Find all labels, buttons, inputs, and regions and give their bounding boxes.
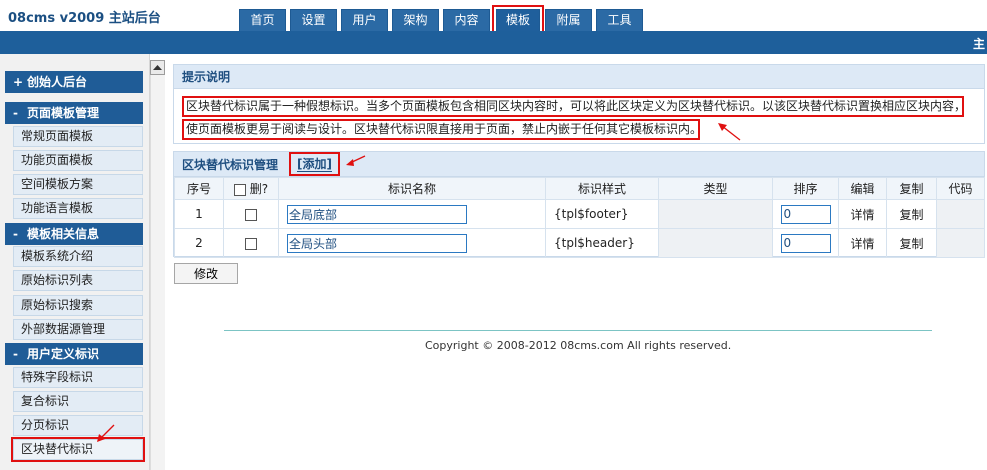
collapse-icon: - — [13, 227, 18, 241]
table-row: 1 {tpl$footer} 详情 复制 — [174, 199, 985, 229]
scroll-up-icon — [153, 65, 162, 70]
block-tag-manage-panel: 区块替代标识管理 [添加] 序号 删? 标识名称 标识样式 类型 排序 编辑 复… — [173, 151, 985, 258]
sidebar-item-system-intro[interactable]: 模板系统介绍 — [13, 246, 143, 267]
sidebar-item-language-templates[interactable]: 功能语言模板 — [13, 198, 143, 219]
sidebar-item-function-templates[interactable]: 功能页面模板 — [13, 150, 143, 171]
sidebar-item-block-replace-tags[interactable]: 区块替代标识 — [11, 437, 145, 462]
add-link-label: [添加] — [297, 157, 332, 172]
row-index: 2 — [174, 228, 224, 258]
sidebar-section-label: 模板相关信息 — [27, 227, 100, 241]
col-copy: 复制 — [886, 177, 937, 200]
admin-page: 08cms v2009 主站后台 首页 设置 用户 架构 内容 模板 附属 工具… — [0, 0, 987, 470]
row-type — [658, 228, 773, 258]
tag-name-input[interactable] — [287, 204, 467, 224]
tab-architecture[interactable]: 架构 — [392, 9, 439, 31]
sidebar-item-space-schemes[interactable]: 空间模板方案 — [13, 174, 143, 195]
sidebar-item-paging-tags[interactable]: 分页标识 — [13, 415, 143, 436]
tag-name-input[interactable] — [287, 233, 467, 253]
sidebar-founder-panel[interactable]: + 创始人后台 — [5, 71, 143, 93]
sidebar-section-user-tags[interactable]: - 用户定义标识 — [5, 343, 143, 365]
tips-text-line-1: 区块替代标识属于一种假想标识。当多个页面模板包含相同区块内容时，可以将此区块定义… — [182, 96, 964, 117]
order-input[interactable] — [780, 204, 831, 224]
detail-link[interactable]: 详情 — [850, 208, 874, 222]
col-index: 序号 — [174, 177, 224, 200]
row-code — [936, 199, 985, 229]
submit-edit-button[interactable]: 修改 — [174, 263, 238, 284]
header-bar: 主 — [0, 31, 987, 54]
row-copy-cell: 复制 — [886, 228, 937, 258]
collapse-icon: - — [13, 106, 18, 120]
tab-templates[interactable]: 模板 — [492, 5, 544, 35]
row-style: {tpl$header} — [545, 228, 659, 258]
copy-link[interactable]: 复制 — [899, 237, 923, 251]
row-edit-cell: 详情 — [838, 199, 887, 229]
table-row: 2 {tpl$header} 详情 复制 — [174, 228, 985, 258]
tab-attachments[interactable]: 附属 — [545, 9, 592, 31]
col-edit: 编辑 — [838, 177, 887, 200]
row-delete-cell — [223, 199, 279, 229]
tips-text-line-2: 使页面模板更易于阅读与设计。区块替代标识限直接用于页面，禁止内嵌于任何其它模板标… — [182, 119, 700, 140]
scroll-up-button[interactable] — [150, 60, 165, 75]
sidebar-item-compound-tags[interactable]: 复合标识 — [13, 391, 143, 412]
sidebar-founder-label: 创始人后台 — [27, 75, 88, 89]
manage-title: 区块替代标识管理 — [182, 158, 279, 172]
sidebar-item-external-data[interactable]: 外部数据源管理 — [13, 319, 143, 340]
scrollbar-track[interactable] — [150, 75, 165, 470]
detail-link[interactable]: 详情 — [850, 237, 874, 251]
row-style: {tpl$footer} — [545, 199, 659, 229]
tab-tools[interactable]: 工具 — [596, 9, 643, 31]
row-name-cell — [278, 199, 546, 229]
sidebar-section-label: 页面模板管理 — [27, 106, 100, 120]
copy-link[interactable]: 复制 — [899, 208, 923, 222]
sidebar-item-original-tag-search[interactable]: 原始标识搜索 — [13, 295, 143, 316]
col-type: 类型 — [658, 177, 773, 200]
tips-title: 提示说明 — [174, 65, 984, 89]
top-header: 08cms v2009 主站后台 首页 设置 用户 架构 内容 模板 附属 工具 — [0, 0, 987, 35]
annotation-arrow-icon — [718, 123, 741, 141]
row-code — [936, 228, 985, 258]
expand-icon: + — [13, 75, 24, 89]
tips-panel: 提示说明 区块替代标识属于一种假想标识。当多个页面模板包含相同区块内容时，可以将… — [173, 64, 985, 144]
manage-header: 区块替代标识管理 [添加] — [174, 152, 984, 177]
row-delete-cell — [223, 228, 279, 258]
copyright-text: Copyright © 2008-2012 08cms.com All righ… — [425, 339, 732, 352]
tab-users[interactable]: 用户 — [341, 9, 388, 31]
collapse-icon: - — [13, 347, 18, 361]
table-header-row: 序号 删? 标识名称 标识样式 类型 排序 编辑 复制 代码 — [174, 177, 985, 200]
sidebar-section-template-info[interactable]: - 模板相关信息 — [5, 223, 143, 245]
footer-divider — [224, 330, 932, 331]
order-input[interactable] — [780, 233, 831, 253]
tab-content[interactable]: 内容 — [443, 9, 490, 31]
row-edit-cell: 详情 — [838, 228, 887, 258]
col-delete: 删? — [223, 177, 279, 200]
col-delete-label: 删? — [249, 182, 269, 196]
row-type — [658, 199, 773, 229]
annotation-arrow-icon — [346, 155, 366, 166]
col-name: 标识名称 — [278, 177, 546, 200]
brand-title: 08cms v2009 主站后台 — [8, 11, 161, 26]
sidebar-section-page-templates[interactable]: - 页面模板管理 — [5, 102, 143, 124]
row-order-cell — [772, 199, 839, 229]
sidebar-item-special-field-tags[interactable]: 特殊字段标识 — [13, 367, 143, 388]
sidebar-section-label: 用户定义标识 — [27, 347, 100, 361]
col-code: 代码 — [936, 177, 985, 200]
row-copy-cell: 复制 — [886, 199, 937, 229]
col-style: 标识样式 — [545, 177, 659, 200]
select-all-checkbox[interactable] — [233, 183, 246, 196]
row-order-cell — [772, 228, 839, 258]
sidebar-item-regular-templates[interactable]: 常规页面模板 — [13, 126, 143, 147]
tab-home[interactable]: 首页 — [239, 9, 286, 31]
row-delete-checkbox[interactable] — [245, 208, 257, 221]
row-index: 1 — [174, 199, 224, 229]
header-bar-text: 主 — [972, 37, 985, 51]
row-delete-checkbox[interactable] — [245, 237, 257, 250]
sidebar: + 创始人后台 - 页面模板管理 常规页面模板 功能页面模板 空间模板方案 功能语言… — [0, 54, 150, 470]
sidebar-item-original-tag-list[interactable]: 原始标识列表 — [13, 270, 143, 291]
add-link[interactable]: [添加] — [289, 152, 340, 176]
annotation-arrow-icon — [97, 424, 115, 442]
tab-settings[interactable]: 设置 — [290, 9, 337, 31]
block-tag-table: 序号 删? 标识名称 标识样式 类型 排序 编辑 复制 代码 1 {tpl$fo… — [174, 177, 985, 258]
col-order: 排序 — [772, 177, 839, 200]
row-name-cell — [278, 228, 546, 258]
